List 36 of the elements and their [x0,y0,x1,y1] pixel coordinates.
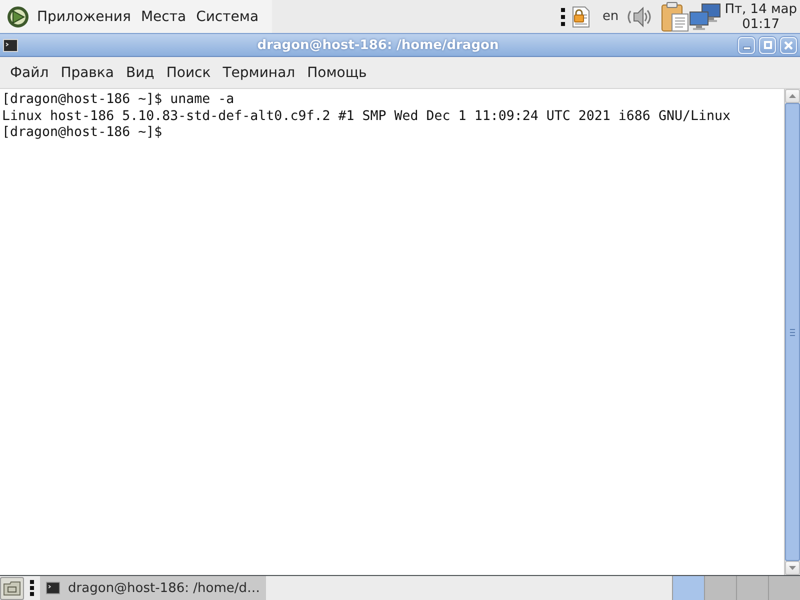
window-title: dragon@host-186: /home/dragon [256,38,500,52]
menu-item[interactable]: Файл [4,60,55,84]
drag-handle-icon[interactable] [30,580,35,596]
maximize-button[interactable] [759,36,776,54]
show-desktop-button[interactable] [0,576,24,600]
grip-icon [790,328,795,336]
locked-document-icon[interactable] [572,6,590,28]
terminal-line: Linux host-186 5.10.83-std-def-alt0.c9f.2 #1 SMP Wed Dec 1 11:09:24 UTC 2021 i686 GNU/Linux [2,108,730,125]
panel-menu[interactable]: Приложения [32,4,136,28]
close-icon [784,40,793,50]
taskbar-button[interactable]: dragon@host-186: /home/d… [40,576,266,600]
menu-item[interactable]: Помощь [301,60,373,84]
desktop-icon [3,580,21,596]
up-arrow-icon [789,94,796,98]
panel-menu[interactable]: Места [136,4,192,28]
close-button[interactable] [780,36,797,54]
terminal-icon [3,38,18,52]
terminal-icon [46,581,60,595]
scroll-down-button[interactable] [785,561,800,575]
maximize-icon [764,41,772,49]
menu-item[interactable]: Терминал [216,60,302,84]
clipboard-icon[interactable] [660,2,689,32]
minimize-button[interactable] [738,36,755,54]
drag-handle-icon[interactable] [561,8,566,26]
terminal-line: [dragon@host-186 ~]$ [2,125,162,142]
menu-item[interactable]: Вид [120,60,160,84]
speaker-icon[interactable] [626,4,653,28]
menu-item[interactable]: Поиск [160,60,217,84]
keyboard-layout-indicator[interactable]: en [598,7,623,26]
clock[interactable]: Пт, 14 мар 01:17 [720,0,800,32]
terminal-line: [dragon@host-186 ~]$ uname -a [2,92,234,108]
panel-menu[interactable]: Система [191,4,264,28]
menu-item[interactable]: Правка [54,60,120,84]
monitors-icon[interactable] [688,2,721,30]
down-arrow-icon [789,566,796,570]
scroll-up-button[interactable] [785,89,800,103]
